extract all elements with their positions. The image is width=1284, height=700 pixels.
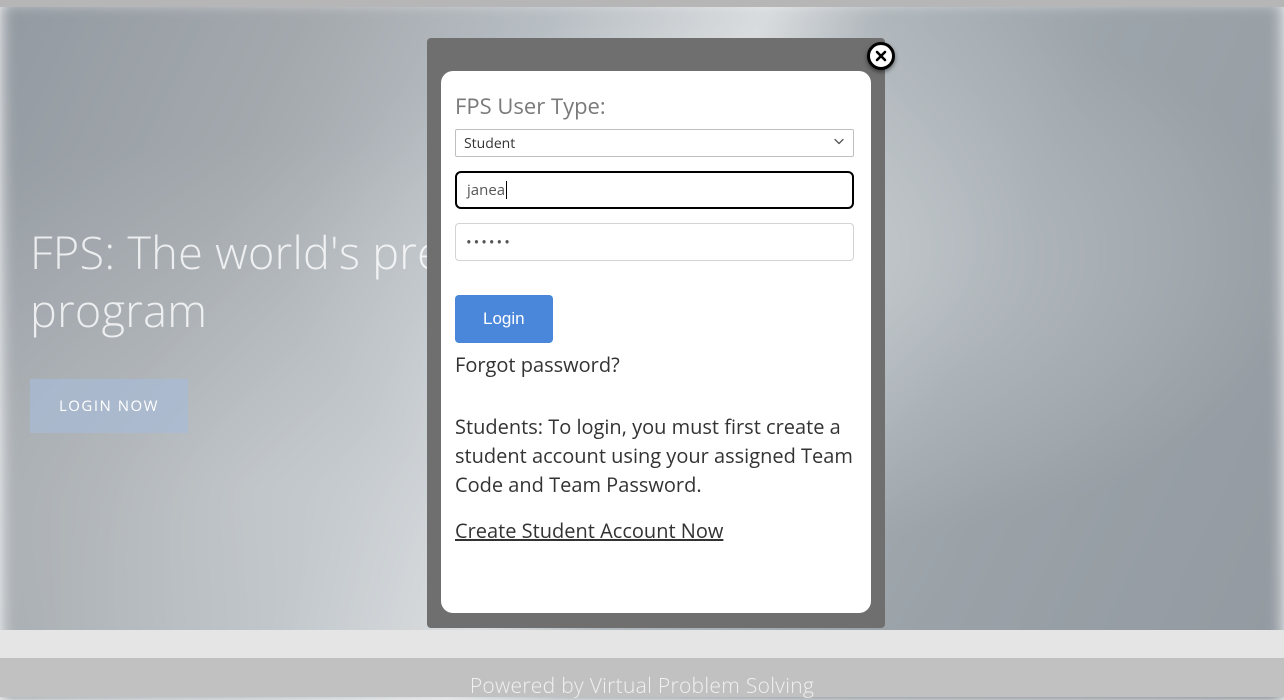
create-account-link[interactable]: Create Student Account Now xyxy=(455,517,857,544)
login-button[interactable]: Login xyxy=(455,295,553,343)
close-modal-button[interactable] xyxy=(867,42,895,70)
login-modal: FPS User Type: Student janea •••••• Logi… xyxy=(441,71,871,613)
chevron-down-icon xyxy=(833,134,845,153)
user-type-selected-value: Student xyxy=(464,134,515,153)
close-icon xyxy=(874,49,888,63)
forgot-password-link[interactable]: Forgot password? xyxy=(455,351,857,378)
user-type-label: FPS User Type: xyxy=(455,91,857,121)
username-value: janea xyxy=(467,180,505,200)
student-info-text: Students: To login, you must first creat… xyxy=(455,412,854,499)
text-caret xyxy=(506,181,507,199)
password-value: •••••• xyxy=(466,232,512,252)
password-field[interactable]: •••••• xyxy=(455,223,854,261)
user-type-select[interactable]: Student xyxy=(455,129,854,157)
username-field[interactable]: janea xyxy=(455,171,854,209)
